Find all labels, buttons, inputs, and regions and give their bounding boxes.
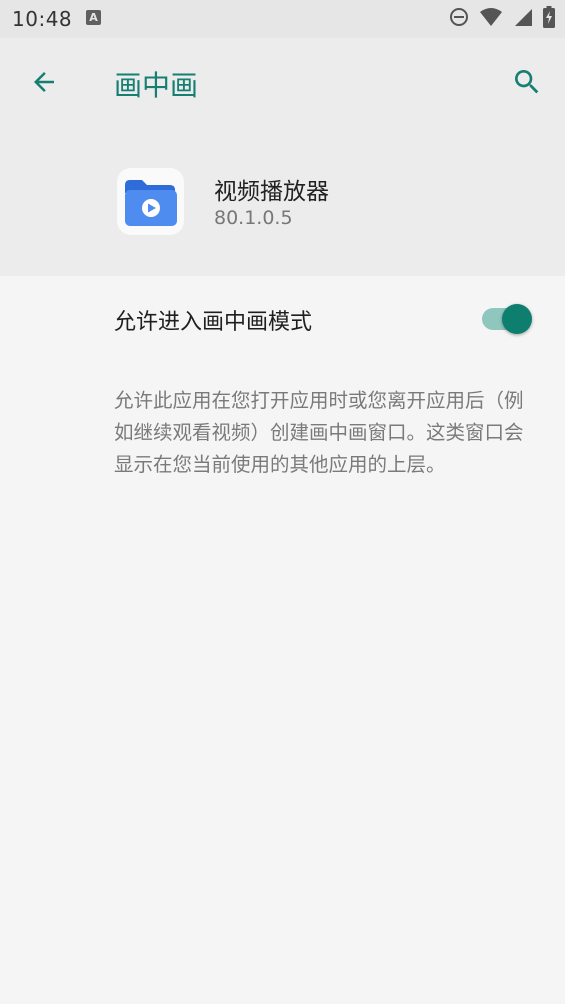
do-not-disturb-icon bbox=[449, 7, 469, 31]
status-bar: 10:48 A bbox=[0, 0, 565, 38]
status-time: 10:48 bbox=[12, 7, 73, 31]
back-button[interactable] bbox=[22, 62, 66, 106]
status-icons bbox=[449, 6, 555, 32]
page-title: 画中画 bbox=[114, 69, 199, 102]
app-icon bbox=[117, 168, 184, 235]
wifi-icon bbox=[479, 7, 503, 31]
pip-permission-toggle[interactable] bbox=[482, 304, 534, 334]
search-icon bbox=[511, 66, 543, 102]
app-version: 80.1.0.5 bbox=[214, 207, 293, 229]
app-header: 画中画 视频播放器 80.1.0.5 bbox=[0, 38, 565, 276]
search-button[interactable] bbox=[505, 62, 549, 106]
battery-charging-icon bbox=[543, 6, 555, 32]
video-folder-icon bbox=[117, 180, 184, 239]
arrow-back-icon bbox=[29, 67, 59, 101]
app-name: 视频播放器 bbox=[214, 179, 329, 205]
toggle-thumb bbox=[502, 304, 532, 334]
pip-permission-label: 允许进入画中画模式 bbox=[114, 310, 313, 335]
a-notification-icon: A bbox=[86, 10, 101, 25]
signal-icon bbox=[513, 7, 533, 31]
pip-description: 允许此应用在您打开应用时或您离开应用后（例如继续观看视频）创建画中画窗口。这类窗… bbox=[114, 389, 524, 476]
pip-permission-row[interactable]: 允许进入画中画模式 bbox=[0, 276, 565, 360]
